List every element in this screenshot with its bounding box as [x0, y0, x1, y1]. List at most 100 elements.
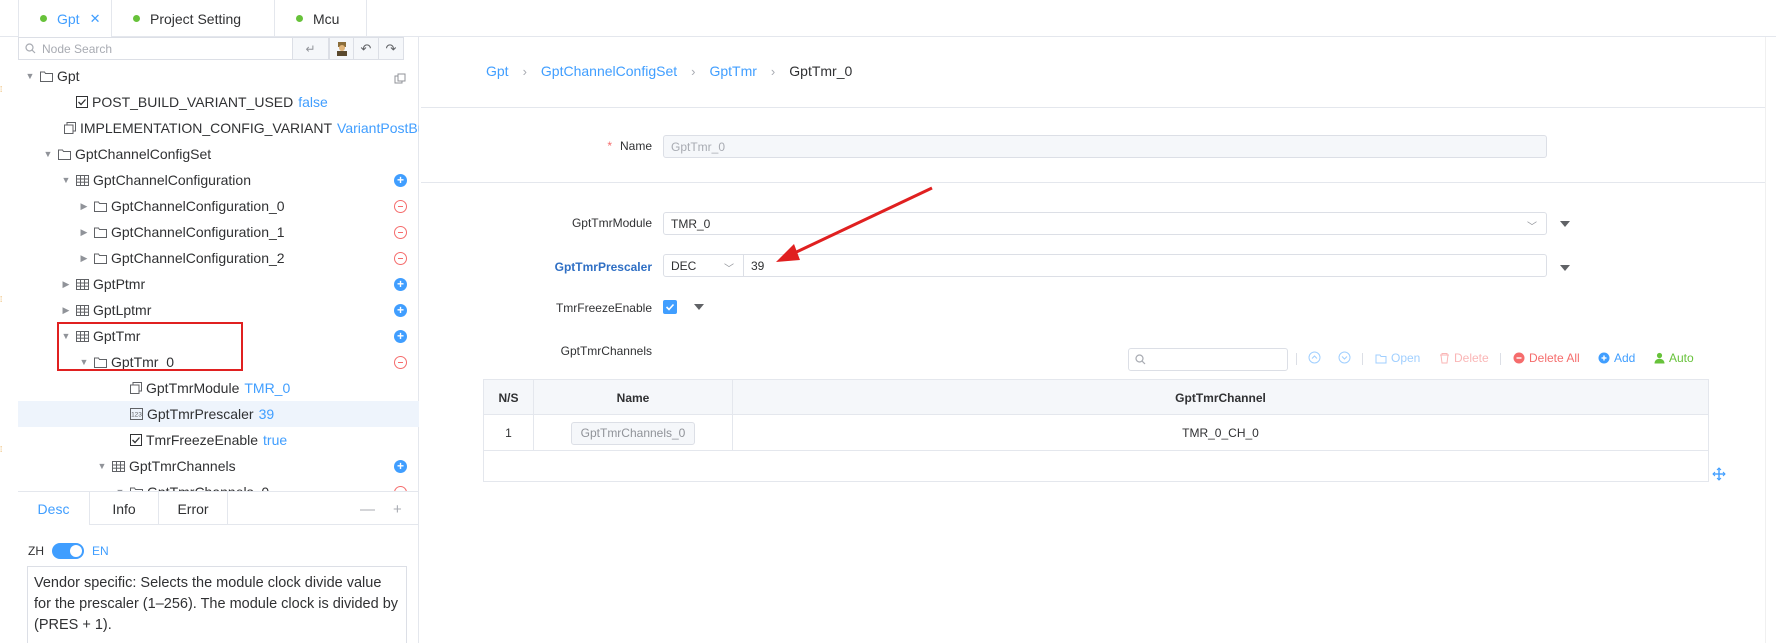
redo-button[interactable]: ↷	[379, 37, 404, 60]
add-node-icon[interactable]: +	[394, 460, 407, 473]
caret-down-icon[interactable]: ▼	[42, 149, 54, 159]
caret-down-icon[interactable]: ▼	[24, 71, 36, 81]
open-button[interactable]: Open	[1375, 351, 1420, 365]
margin-marker: ⁞	[0, 445, 3, 454]
folder-icon	[58, 149, 71, 160]
search-enter-button[interactable]: ↵	[293, 37, 329, 60]
folder-icon	[94, 201, 107, 212]
tree-node-label: GptChannelConfiguration_0	[111, 198, 285, 214]
tree-node[interactable]: ▶ GptLptmr +	[18, 297, 419, 323]
tree-node-label: IMPLEMENTATION_CONFIG_VARIANT	[80, 120, 333, 136]
close-icon[interactable]: ✕	[90, 11, 101, 27]
tab-gpt[interactable]: Gpt ✕	[18, 0, 112, 37]
module-value: TMR_0	[671, 216, 711, 231]
column-header-ns[interactable]: N/S	[484, 380, 534, 415]
column-header-channel[interactable]: GptTmrChannel	[733, 380, 1708, 415]
column-header-name[interactable]: Name	[534, 380, 733, 415]
caret-right-icon[interactable]: ▶	[78, 253, 90, 264]
minimize-icon[interactable]: —	[360, 501, 375, 518]
remove-node-icon[interactable]	[394, 356, 407, 369]
row-name-button[interactable]: GptTmrChannels_0	[570, 421, 696, 445]
delete-button[interactable]: Delete	[1439, 351, 1489, 365]
caret-down-icon[interactable]: ▼	[60, 175, 72, 185]
editor-tab-bar: Gpt ✕ Project Setting Mcu	[0, 0, 1776, 37]
delete-all-button[interactable]: Delete All	[1513, 351, 1580, 365]
divider	[421, 107, 1766, 108]
tab-info[interactable]: Info	[90, 492, 159, 525]
caret-right-icon[interactable]: ▶	[60, 305, 72, 316]
tree-node[interactable]: TmrFreezeEnable true	[18, 427, 419, 453]
remove-node-icon[interactable]	[394, 200, 407, 213]
tree-node[interactable]: ▼ Gpt	[18, 63, 419, 89]
freeze-checkbox[interactable]	[663, 300, 677, 314]
dropdown-arrow-icon[interactable]	[1560, 265, 1570, 271]
tree-node[interactable]: 123 GptTmrPrescaler 39	[18, 401, 419, 427]
tree-node[interactable]: POST_BUILD_VARIANT_USED false	[18, 89, 419, 115]
remove-node-icon[interactable]	[394, 252, 407, 265]
undo-button[interactable]: ↶	[354, 37, 379, 60]
toolbar-separator	[1500, 353, 1501, 365]
move-down-button[interactable]	[1338, 351, 1351, 364]
dropdown-arrow-icon[interactable]	[694, 304, 704, 310]
auto-button[interactable]: Auto	[1654, 351, 1694, 365]
prescaler-format-select[interactable]: DEC ﹀	[663, 254, 744, 277]
tree-node[interactable]: IMPLEMENTATION_CONFIG_VARIANT VariantPost…	[18, 115, 419, 141]
caret-down-icon[interactable]: ▼	[96, 461, 108, 471]
node-search-input[interactable]: Node Search	[18, 37, 293, 60]
language-toggle-row: ZH EN	[28, 543, 109, 559]
caret-right-icon[interactable]: ▶	[60, 279, 72, 290]
add-node-icon[interactable]: +	[394, 330, 407, 343]
tree-node[interactable]: ▶ GptChannelConfiguration_1	[18, 219, 419, 245]
config-tree: ▼ Gpt POST_BUILD_VARIANT_USED false IMPLEMEN…	[18, 63, 419, 491]
tab-mcu[interactable]: Mcu	[275, 0, 367, 37]
breadcrumb-item[interactable]: GptTmr	[709, 63, 756, 79]
language-toggle[interactable]	[52, 543, 84, 559]
tab-desc[interactable]: Desc	[18, 492, 90, 525]
folder-icon	[94, 227, 107, 238]
prescaler-label: GptTmrPrescaler	[554, 260, 652, 274]
tool-figure-button[interactable]	[329, 37, 354, 60]
move-up-button[interactable]	[1308, 351, 1321, 364]
table-row[interactable]: 1 GptTmrChannels_0 TMR_0_CH_0	[484, 415, 1708, 451]
tree-node-label: GptChannelConfiguration	[93, 172, 251, 188]
number-icon: 123	[130, 408, 143, 420]
lang-zh-label: ZH	[28, 544, 44, 558]
table-search-input[interactable]	[1128, 348, 1288, 371]
remove-node-icon[interactable]	[394, 226, 407, 239]
add-node-icon[interactable]: +	[394, 174, 407, 187]
tree-node-label: GptChannelConfiguration_2	[111, 250, 285, 266]
breadcrumb-item[interactable]: Gpt	[486, 63, 509, 79]
user-icon	[1654, 352, 1665, 364]
arrow-up-circle-icon	[1308, 351, 1321, 364]
module-label: GptTmrModule	[571, 216, 652, 230]
tree-node-value: TMR_0	[244, 380, 291, 396]
tree-node[interactable]: ▼ GptTmrChannels +	[18, 453, 419, 479]
dropdown-arrow-icon[interactable]	[1560, 221, 1570, 227]
table-icon	[76, 304, 89, 316]
tree-node[interactable]: ▼ GptChannelConfiguration +	[18, 167, 419, 193]
cell-channel[interactable]: TMR_0_CH_0	[733, 415, 1708, 451]
tree-node[interactable]: ▶ GptChannelConfiguration_0	[18, 193, 419, 219]
expand-icon[interactable]: +	[393, 501, 402, 518]
tree-node[interactable]: ▶ GptPtmr +	[18, 271, 419, 297]
description-text: Vendor specific: Selects the module cloc…	[27, 566, 407, 643]
caret-right-icon[interactable]: ▶	[78, 201, 90, 212]
collapse-all-icon[interactable]	[394, 73, 406, 85]
add-button[interactable]: Add	[1598, 351, 1635, 365]
redo-icon: ↷	[385, 40, 397, 56]
tree-node[interactable]: ▼GptTmrChannels_0	[18, 479, 419, 491]
tree-node[interactable]: GptTmrModule TMR_0	[18, 375, 419, 401]
caret-right-icon[interactable]: ▶	[78, 227, 90, 238]
tab-project-setting[interactable]: Project Setting	[112, 0, 275, 37]
tab-label: Project Setting	[150, 10, 242, 27]
tree-node[interactable]: ▶ GptChannelConfiguration_2	[18, 245, 419, 271]
resize-handle-icon[interactable]	[1712, 467, 1726, 481]
scrollbar[interactable]	[1765, 37, 1776, 643]
add-node-icon[interactable]: +	[394, 278, 407, 291]
tree-node[interactable]: ▼ GptChannelConfigSet	[18, 141, 419, 167]
add-node-icon[interactable]: +	[394, 304, 407, 317]
breadcrumb-item[interactable]: GptChannelConfigSet	[541, 63, 677, 79]
tab-error[interactable]: Error	[159, 492, 228, 525]
name-field[interactable]: GptTmr_0	[663, 135, 1547, 158]
checkbox-icon	[76, 96, 88, 108]
